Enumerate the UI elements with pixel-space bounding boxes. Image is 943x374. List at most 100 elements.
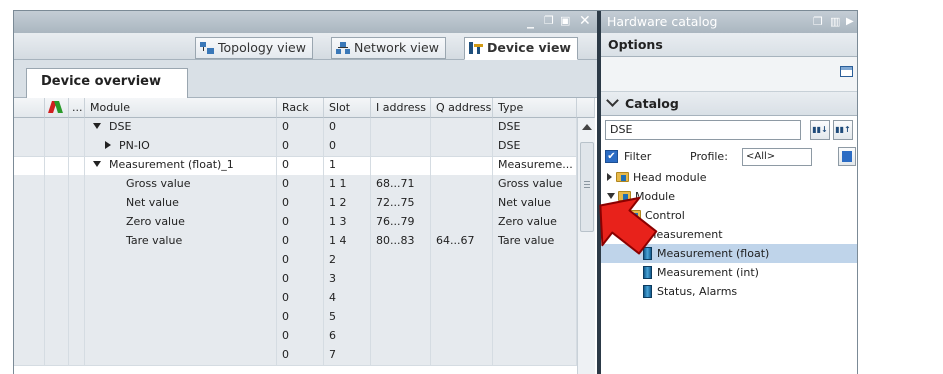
module-cell[interactable]: Gross value: [85, 175, 277, 194]
i-address-cell[interactable]: [371, 289, 431, 308]
scroll-up-icon[interactable]: [582, 124, 592, 130]
module-cell[interactable]: [85, 327, 277, 346]
slot-cell[interactable]: 1 4: [324, 232, 371, 251]
q-address-cell[interactable]: [431, 327, 493, 346]
column-header-module[interactable]: Module: [85, 98, 277, 118]
table-row[interactable]: Zero value 0 1 3 76...79 Zero value: [14, 213, 577, 233]
slot-cell[interactable]: 1: [324, 156, 371, 175]
q-address-cell[interactable]: [431, 194, 493, 213]
table-row[interactable]: 03: [14, 270, 577, 290]
i-address-cell[interactable]: [371, 156, 431, 175]
type-cell[interactable]: DSE: [493, 137, 577, 156]
rack-cell[interactable]: 0: [277, 213, 324, 232]
q-address-cell[interactable]: [431, 346, 493, 365]
rack-cell[interactable]: 0: [277, 270, 324, 289]
rack-cell[interactable]: 0: [277, 308, 324, 327]
slot-cell[interactable]: 2: [324, 251, 371, 270]
tab-network-view[interactable]: Network view: [331, 37, 446, 59]
type-cell[interactable]: [493, 289, 577, 308]
i-address-cell[interactable]: [371, 118, 431, 137]
table-row[interactable]: Net value 0 1 2 72...75 Net value: [14, 194, 577, 214]
q-address-cell[interactable]: 64...67: [431, 232, 493, 251]
tab-device-overview[interactable]: Device overview: [26, 68, 188, 100]
slot-cell[interactable]: 6: [324, 327, 371, 346]
slot-cell[interactable]: 1 2: [324, 194, 371, 213]
module-cell[interactable]: Net value: [85, 194, 277, 213]
expanded-arrow-icon[interactable]: [93, 161, 101, 167]
maximize-icon[interactable]: ▣: [560, 13, 570, 29]
type-cell[interactable]: [493, 270, 577, 289]
table-row[interactable]: 06: [14, 327, 577, 347]
type-cell[interactable]: Tare value: [493, 232, 577, 251]
rack-cell[interactable]: 0: [277, 327, 324, 346]
options-header[interactable]: Options: [601, 33, 857, 57]
q-address-cell[interactable]: [431, 308, 493, 327]
module-cell[interactable]: [85, 251, 277, 270]
expanded-arrow-icon[interactable]: [93, 123, 101, 129]
catalog-tree-item[interactable]: Status, Alarms: [601, 282, 857, 301]
q-address-cell[interactable]: [431, 213, 493, 232]
table-row[interactable]: 02: [14, 251, 577, 271]
q-address-cell[interactable]: [431, 270, 493, 289]
i-address-cell[interactable]: 68...71: [371, 175, 431, 194]
table-row[interactable]: DSE 0 0 DSE: [14, 118, 577, 138]
table-row[interactable]: 05: [14, 308, 577, 328]
q-address-cell[interactable]: [431, 156, 493, 175]
tab-device-view[interactable]: Device view: [464, 37, 578, 60]
rack-cell[interactable]: 0: [277, 289, 324, 308]
slot-cell[interactable]: 0: [324, 118, 371, 137]
rack-cell[interactable]: 0: [277, 137, 324, 156]
rack-cell[interactable]: 0: [277, 118, 324, 137]
i-address-cell[interactable]: [371, 270, 431, 289]
rack-cell[interactable]: 0: [277, 346, 324, 365]
type-cell[interactable]: DSE: [493, 118, 577, 137]
column-header-slot[interactable]: Slot: [324, 98, 371, 118]
table-row[interactable]: Measurement (float)_1 0 1 Measureme...: [14, 156, 577, 176]
i-address-cell[interactable]: 72...75: [371, 194, 431, 213]
module-cell[interactable]: PN-IO: [85, 137, 277, 156]
q-address-cell[interactable]: [431, 251, 493, 270]
rack-cell[interactable]: 0: [277, 232, 324, 251]
column-header-rack[interactable]: Rack: [277, 98, 324, 118]
type-cell[interactable]: [493, 346, 577, 365]
type-cell[interactable]: [493, 308, 577, 327]
rack-cell[interactable]: 0: [277, 156, 324, 175]
type-cell[interactable]: Net value: [493, 194, 577, 213]
catalog-tree-item[interactable]: Head module: [601, 168, 857, 187]
table-row[interactable]: Tare value 0 1 4 80...83 64...67 Tare value: [14, 232, 577, 252]
slot-cell[interactable]: 3: [324, 270, 371, 289]
float-panel-icon[interactable]: ❐: [813, 11, 823, 33]
rack-cell[interactable]: 0: [277, 175, 324, 194]
slot-cell[interactable]: 1 3: [324, 213, 371, 232]
module-cell[interactable]: [85, 346, 277, 365]
type-cell[interactable]: Gross value: [493, 175, 577, 194]
slot-cell[interactable]: 4: [324, 289, 371, 308]
q-address-cell[interactable]: [431, 137, 493, 156]
i-address-cell[interactable]: 76...79: [371, 213, 431, 232]
profile-settings-button[interactable]: [838, 147, 856, 166]
collapsed-arrow-icon[interactable]: [105, 141, 111, 149]
module-cell[interactable]: DSE: [85, 118, 277, 137]
type-cell[interactable]: Measureme...: [493, 156, 577, 175]
i-address-cell[interactable]: [371, 346, 431, 365]
module-cell[interactable]: [85, 289, 277, 308]
close-icon[interactable]: ✕: [579, 13, 591, 29]
i-address-cell[interactable]: [371, 137, 431, 156]
module-cell[interactable]: [85, 308, 277, 327]
catalog-search-input[interactable]: DSE: [605, 120, 801, 140]
rack-cell[interactable]: 0: [277, 251, 324, 270]
type-cell[interactable]: [493, 251, 577, 270]
i-address-cell[interactable]: [371, 327, 431, 346]
module-cell[interactable]: Tare value: [85, 232, 277, 251]
catalog-tree-item[interactable]: Measurement (int): [601, 263, 857, 282]
i-address-cell[interactable]: [371, 251, 431, 270]
profile-select[interactable]: <All>: [742, 148, 812, 166]
column-header-i-address[interactable]: I address: [371, 98, 431, 118]
slot-cell[interactable]: 5: [324, 308, 371, 327]
column-header-signal[interactable]: [45, 98, 69, 118]
i-address-cell[interactable]: [371, 308, 431, 327]
module-cell[interactable]: Zero value: [85, 213, 277, 232]
table-row[interactable]: 07: [14, 346, 577, 366]
options-view-icon[interactable]: [840, 66, 853, 77]
q-address-cell[interactable]: [431, 118, 493, 137]
